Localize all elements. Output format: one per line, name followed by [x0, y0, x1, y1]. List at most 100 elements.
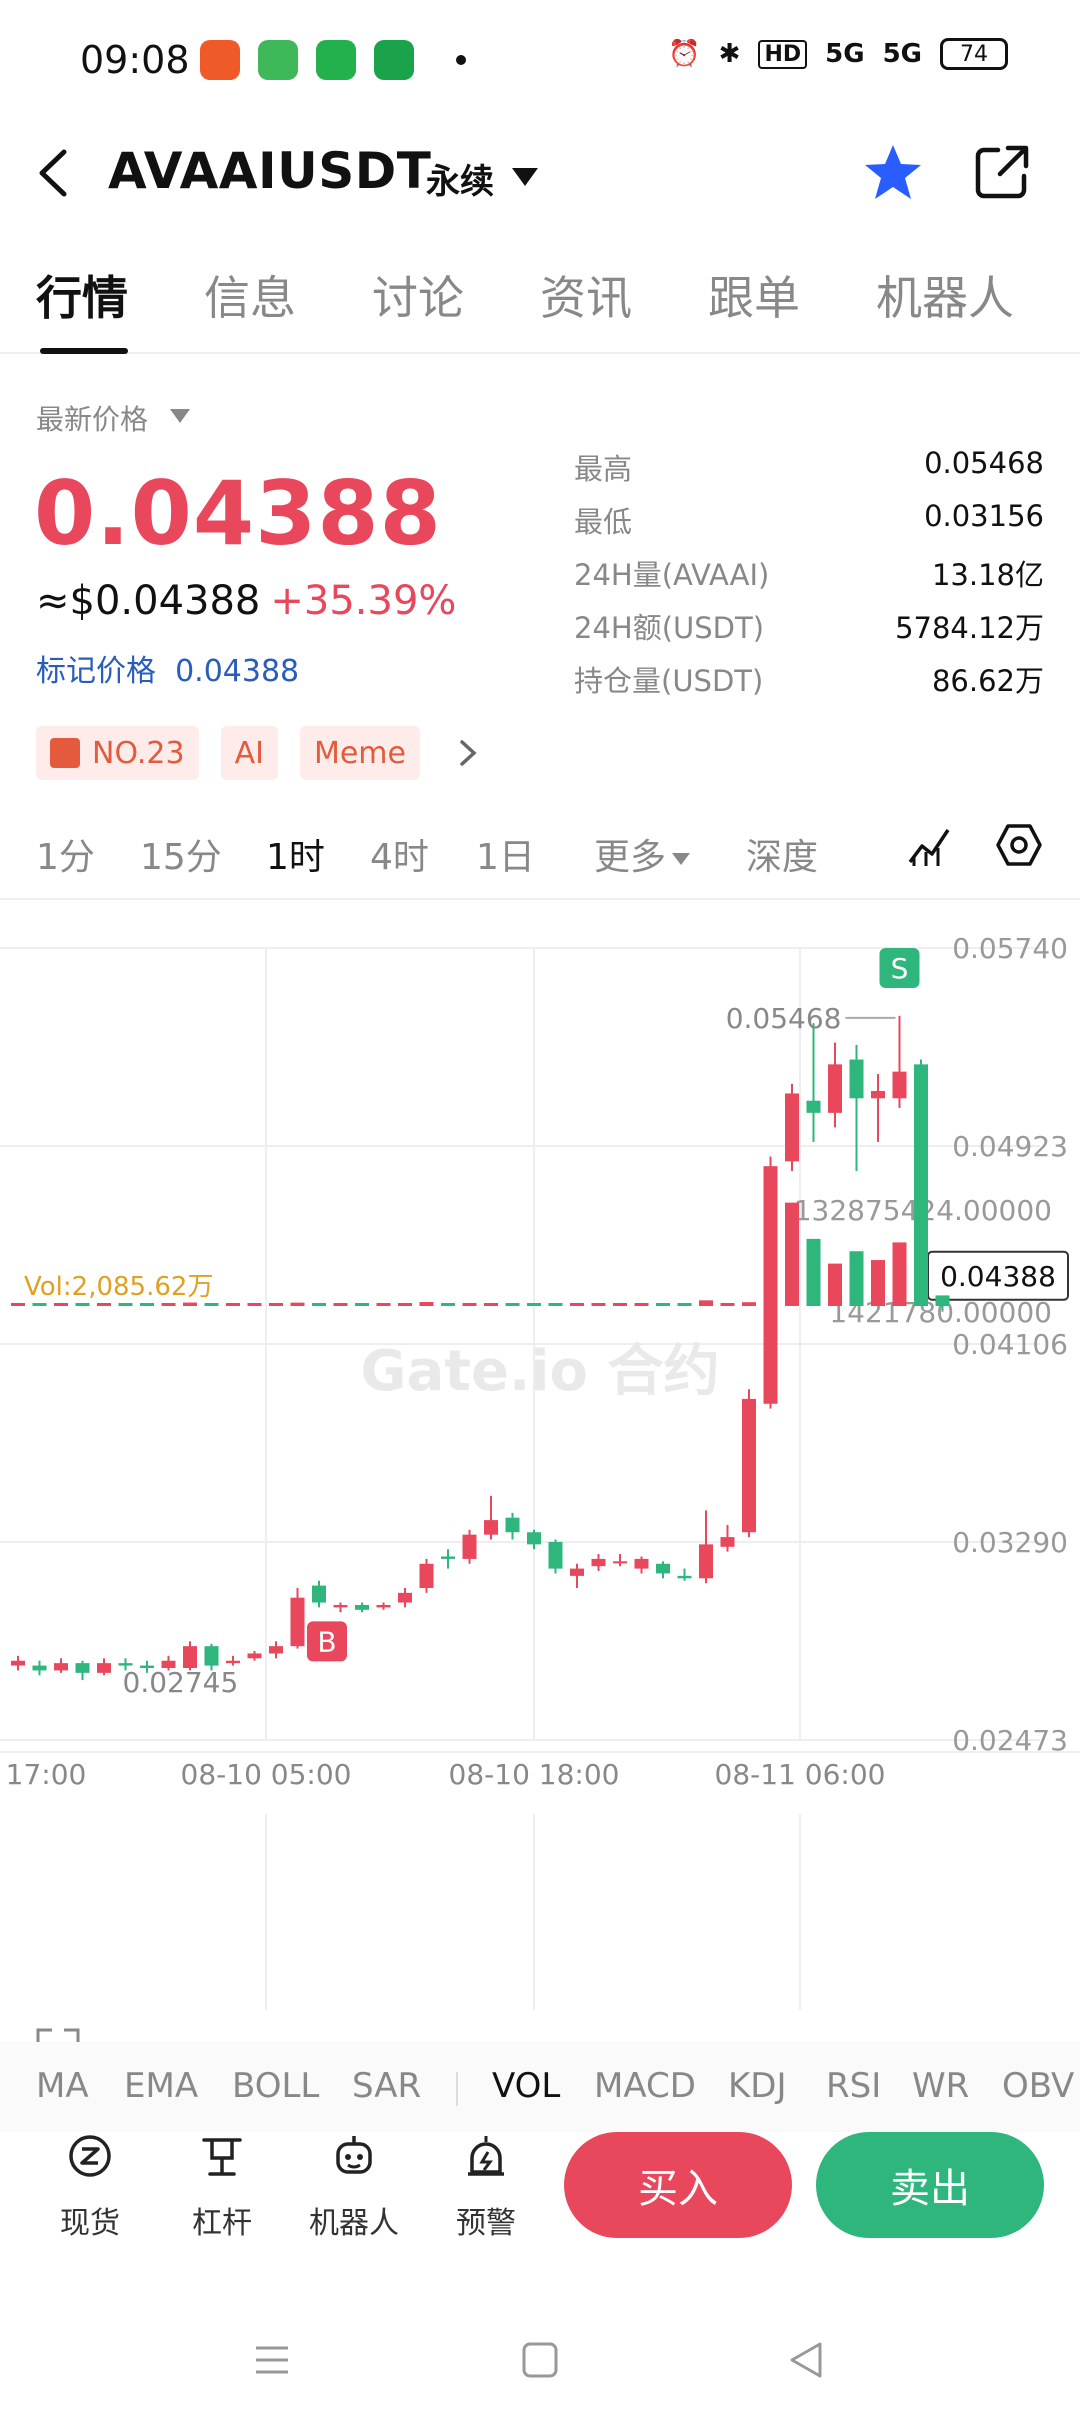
interval-15m[interactable]: 15分 — [140, 828, 222, 880]
rank-tag[interactable]: NO.23 — [36, 726, 199, 780]
price-tick-label: 0.05740 — [952, 932, 1068, 965]
candle-body — [204, 1646, 219, 1666]
interval-more[interactable]: 更多 — [594, 828, 691, 880]
price-tick-label: 0.04106 — [952, 1328, 1068, 1361]
bot-button[interactable]: 机器人 — [294, 2132, 414, 2332]
candle-body — [892, 1071, 907, 1099]
margin-label: 杠杆 — [192, 2206, 252, 2241]
tab-info[interactable]: 信息 — [204, 262, 296, 328]
spot-button[interactable]: 现货 — [30, 2132, 150, 2332]
stat-label: 最高 — [574, 452, 633, 486]
back-icon[interactable] — [786, 2340, 826, 2380]
price-type-dropdown-icon[interactable] — [170, 409, 190, 423]
chevron-right-icon[interactable] — [456, 738, 480, 768]
video-app-icon — [200, 40, 240, 80]
tab-market[interactable]: 行情 — [36, 262, 128, 328]
volume-bar — [828, 1263, 842, 1306]
contract-type[interactable]: 永续 — [426, 154, 494, 203]
buy-signal-label: B — [317, 1625, 336, 1658]
tab-discussion[interactable]: 讨论 — [372, 262, 464, 328]
interval-bar: 1分 15分 1时 4时 1日 更多 深度 — [0, 800, 1080, 900]
candle-body — [527, 1532, 541, 1545]
main-tabs: 行情 信息 讨论 资讯 跟单 机器人 — [0, 262, 1080, 354]
buy-button[interactable]: 买入 — [564, 2132, 792, 2238]
candle-body — [871, 1091, 885, 1099]
alert-icon — [468, 2136, 504, 2176]
candle-body — [849, 1059, 864, 1099]
low-price-marker: 0.02745 — [123, 1666, 239, 1699]
status-time: 09:08 — [80, 38, 190, 82]
volume-bar — [484, 1303, 498, 1306]
indicator-sar[interactable]: SAR — [352, 2066, 421, 2106]
indicator-macd[interactable]: MACD — [594, 2066, 696, 2106]
candle-body — [806, 1100, 821, 1113]
indicator-rsi[interactable]: RSI — [826, 2066, 881, 2106]
volume-bar — [441, 1303, 455, 1306]
sell-button[interactable]: 卖出 — [816, 2132, 1044, 2238]
time-tick-label: 17:00 — [6, 1758, 87, 1791]
alarm-icon: ⏰ — [668, 39, 701, 69]
usd-price: ≈$0.04388 — [36, 578, 261, 624]
indicator-ma[interactable]: MA — [36, 2066, 89, 2106]
indicator-chart-icon[interactable] — [906, 822, 952, 868]
status-app-icons — [200, 40, 466, 80]
candle-body — [677, 1575, 692, 1579]
active-tab-indicator — [40, 348, 128, 354]
depth-tab[interactable]: 深度 — [746, 828, 818, 880]
spot-icon — [69, 2135, 111, 2177]
meme-tag[interactable]: Meme — [299, 726, 420, 780]
interval-1m[interactable]: 1分 — [36, 828, 95, 880]
favorite-star-icon[interactable] — [862, 142, 924, 204]
stat-label: 24H量(AVAAI) — [574, 558, 770, 592]
volume-bar — [419, 1302, 434, 1306]
menu-icon[interactable] — [252, 2340, 292, 2380]
indicator-ema[interactable]: EMA — [124, 2066, 198, 2106]
stat-value: 0.05468 — [924, 446, 1044, 480]
back-arrow-icon[interactable] — [34, 148, 74, 198]
volume-bar — [398, 1303, 412, 1306]
tab-news[interactable]: 资讯 — [540, 262, 632, 328]
volume-bar — [935, 1295, 950, 1306]
interval-1d[interactable]: 1日 — [476, 828, 535, 880]
tab-bot[interactable]: 机器人 — [876, 262, 1014, 328]
pair-dropdown-icon[interactable] — [512, 168, 538, 186]
tab-copy-trade[interactable]: 跟单 — [708, 262, 800, 328]
battery-icon: 74 — [940, 38, 1008, 70]
candlestick-chart[interactable]: Gate.io 合约 0.057400.049230.041060.032900… — [0, 900, 1080, 2050]
top-nav: AVAAIUSDT 永续 — [0, 122, 1080, 222]
candle-body — [290, 1597, 305, 1647]
indicator-tabs: MA EMA BOLL SAR VOL MACD KDJ RSI WR OBV — [0, 2042, 1080, 2132]
indicator-vol[interactable]: VOL — [492, 2066, 560, 2106]
price-axis: 0.05740 0.04923 0.04106 0.03290 0.02473 — [952, 932, 1068, 1757]
volume-bar — [634, 1303, 649, 1306]
time-tick-label: 08-11 06:00 — [715, 1758, 886, 1791]
indicator-boll[interactable]: BOLL — [232, 2066, 319, 2106]
interval-1h[interactable]: 1时 — [266, 828, 325, 880]
home-icon[interactable] — [520, 2340, 560, 2380]
indicator-wr[interactable]: WR — [912, 2066, 969, 2106]
candle-body — [32, 1665, 47, 1671]
chart-settings-icon[interactable] — [996, 822, 1042, 868]
signal-5g-2-icon: 5G — [882, 39, 922, 69]
volume-bar — [75, 1303, 90, 1306]
volume-bar — [591, 1303, 606, 1306]
interval-4h[interactable]: 4时 — [370, 828, 429, 880]
price-tick-label: 0.02473 — [952, 1724, 1068, 1757]
bot-icon — [336, 2136, 372, 2174]
share-icon[interactable] — [972, 142, 1032, 202]
pair-title[interactable]: AVAAIUSDT — [108, 142, 431, 200]
candle-body — [269, 1646, 283, 1654]
volume-bar — [720, 1303, 735, 1306]
rank-chart-icon — [50, 738, 80, 768]
volume-bar — [806, 1238, 821, 1306]
volume-bar — [548, 1303, 563, 1306]
alert-button[interactable]: 预警 — [426, 2132, 546, 2332]
margin-button[interactable]: 杠杆 — [162, 2132, 282, 2332]
ai-tag[interactable]: AI — [220, 726, 278, 780]
indicator-kdj[interactable]: KDJ — [728, 2066, 787, 2106]
volume-bar — [54, 1303, 68, 1306]
candle-body — [591, 1558, 606, 1567]
indicator-obv[interactable]: OBV — [1002, 2066, 1074, 2106]
last-price-label[interactable]: 最新价格 — [36, 398, 148, 438]
market-stats: 最高 0.05468 最低 0.03156 24H量(AVAAI) 13.18亿 24… — [574, 446, 1044, 711]
